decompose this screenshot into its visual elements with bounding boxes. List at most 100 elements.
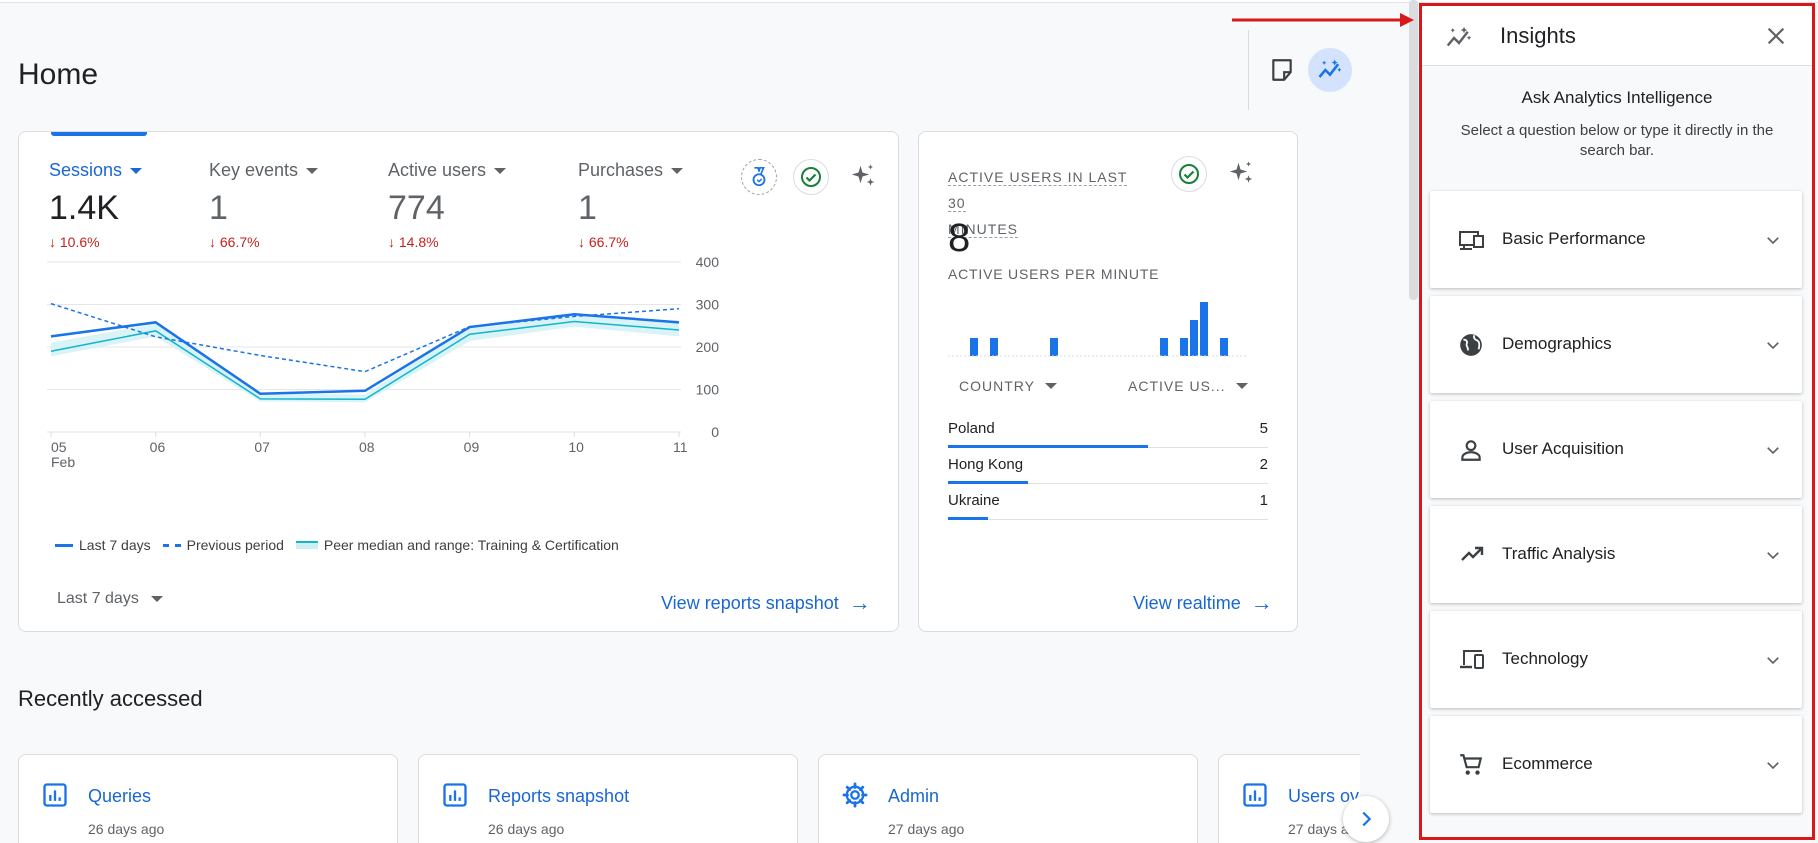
country-row[interactable]: Poland 5 xyxy=(948,412,1268,448)
country-share-bar xyxy=(948,517,988,520)
analytics-home: Home Sessions 1.4K ↓ 10.6% Key events 1 … xyxy=(0,0,1818,843)
realtime-title[interactable]: ACTIVE USERS IN LAST 30 MINUTES xyxy=(948,164,1148,242)
x-sublabel: Feb xyxy=(51,454,75,470)
report-icon xyxy=(1241,781,1269,814)
y-tick-label: 200 xyxy=(696,339,720,355)
country-value: 1 xyxy=(1259,492,1268,509)
recent-label: Queries xyxy=(88,786,152,806)
date-range-dropdown[interactable]: Last 7 days xyxy=(57,590,163,608)
legend-label: Peer median and range: Training & Certif… xyxy=(323,537,619,553)
x-tick-label: 05 xyxy=(51,439,67,455)
close-icon[interactable] xyxy=(1760,20,1792,52)
caret-down-icon xyxy=(1235,383,1248,389)
chevron-down-icon xyxy=(1764,336,1782,359)
check-circle-icon[interactable] xyxy=(1171,156,1207,192)
link-label: View reports snapshot xyxy=(661,592,839,613)
x-tick-label: 07 xyxy=(254,439,270,455)
country-name: Ukraine xyxy=(948,492,1000,509)
category-label: Ecommerce xyxy=(1502,754,1593,773)
legend-item-previous: Previous period xyxy=(162,537,284,553)
person-icon xyxy=(1458,437,1484,468)
insights-icon xyxy=(1444,23,1474,58)
country-row[interactable]: Ukraine 1 xyxy=(948,484,1268,520)
recent-card-reports-snapshot[interactable]: Reports snapshot 26 days ago xyxy=(418,754,798,843)
per-minute-bar xyxy=(1180,338,1188,356)
insights-toggle-icon[interactable] xyxy=(1308,48,1352,92)
per-minute-bar xyxy=(1190,320,1198,356)
country-name: Hong Kong xyxy=(948,456,1024,473)
category-user-acquisition[interactable]: User Acquisition xyxy=(1430,401,1802,498)
category-technology[interactable]: Technology xyxy=(1430,611,1802,708)
recent-card-users-overview[interactable]: Users ov 27 days a xyxy=(1218,754,1360,843)
category-label: Traffic Analysis xyxy=(1502,544,1616,563)
insights-title: Insights xyxy=(1500,23,1576,48)
realtime-card: ACTIVE USERS IN LAST 30 MINUTES 8 ACTIVE … xyxy=(918,131,1298,632)
legend-item-peer: Peer median and range: Training & Certif… xyxy=(295,537,619,553)
per-minute-bar xyxy=(1160,338,1168,356)
recent-time: 27 days a xyxy=(1288,821,1349,837)
summary-card: Sessions 1.4K ↓ 10.6% Key events 1 ↓ 66.… xyxy=(18,131,899,632)
recent-card-admin[interactable]: Admin 27 days ago xyxy=(818,754,1198,843)
per-minute-bar-chart xyxy=(948,302,1248,357)
legend-label: Last 7 days xyxy=(79,537,151,553)
page-scrollbar[interactable] xyxy=(1409,0,1418,300)
recent-label: Reports snapshot xyxy=(488,786,630,806)
devices-icon xyxy=(1458,647,1486,676)
per-minute-bar xyxy=(970,338,978,356)
category-basic-performance[interactable]: Basic Performance xyxy=(1430,191,1802,288)
recent-card-queries[interactable]: Queries 26 days ago xyxy=(18,754,398,843)
category-label: Technology xyxy=(1502,649,1589,668)
active-header-label: ACTIVE US... xyxy=(1128,378,1226,394)
chart-legend: Last 7 days Previous period Peer median … xyxy=(55,537,619,553)
legend-swatch-solid xyxy=(55,543,73,547)
country-row[interactable]: Hong Kong 2 xyxy=(948,448,1268,484)
gear-icon xyxy=(841,781,869,814)
x-tick-label: 10 xyxy=(568,439,584,455)
chevron-down-icon xyxy=(1764,441,1782,464)
y-tick-label: 100 xyxy=(696,382,720,398)
note-icon[interactable] xyxy=(1260,48,1304,92)
view-realtime-link[interactable]: View realtime → xyxy=(1133,590,1273,616)
arrow-right-icon: → xyxy=(848,590,871,615)
chevron-down-icon xyxy=(1764,546,1782,569)
x-tick-label: 08 xyxy=(359,439,375,455)
chevron-down-icon xyxy=(1764,651,1782,674)
sparkle-icon[interactable] xyxy=(1223,156,1259,192)
chevron-right-icon xyxy=(1362,811,1372,827)
recent-label: Admin xyxy=(888,786,940,806)
recent-time: 26 days ago xyxy=(488,821,565,837)
country-header[interactable]: COUNTRY xyxy=(959,378,1057,394)
page-actions xyxy=(1248,30,1398,110)
ask-subtitle: Select a question below or type it direc… xyxy=(1460,122,1774,159)
caret-down-icon xyxy=(1044,383,1057,389)
country-header-label: COUNTRY xyxy=(959,378,1035,394)
per-minute-bar xyxy=(1220,338,1228,356)
report-icon xyxy=(441,781,469,814)
view-reports-snapshot-link[interactable]: View reports snapshot → xyxy=(661,590,871,616)
report-icon xyxy=(41,781,69,814)
y-tick-label: 300 xyxy=(696,297,720,313)
y-tick-label: 400 xyxy=(696,254,720,270)
recent-time: 27 days ago xyxy=(888,821,965,837)
per-minute-label: ACTIVE USERS PER MINUTE xyxy=(948,266,1160,282)
carousel-next-button[interactable] xyxy=(1343,796,1389,842)
link-label: View realtime xyxy=(1133,592,1241,613)
country-value: 2 xyxy=(1259,456,1268,473)
category-traffic-analysis[interactable]: Traffic Analysis xyxy=(1430,506,1802,603)
date-range-label: Last 7 days xyxy=(57,590,139,607)
insights-panel: Insights Ask Analytics Intelligence Sele… xyxy=(1419,3,1815,840)
page-title: Home xyxy=(18,58,99,91)
active-users-header[interactable]: ACTIVE US... xyxy=(1128,378,1248,394)
per-minute-bar xyxy=(990,338,998,356)
legend-swatch-peer xyxy=(295,541,318,549)
ask-title: Ask Analytics Intelligence xyxy=(1521,88,1713,107)
y-tick-label: 0 xyxy=(711,424,719,440)
recent-time: 26 days ago xyxy=(88,821,165,837)
per-minute-bar xyxy=(1050,338,1058,356)
actions-divider xyxy=(1248,30,1249,110)
performance-icon xyxy=(1458,227,1486,256)
per-minute-bar xyxy=(1200,302,1208,356)
sessions-line-chart: 0 100 200 300 400 05 06 07 08 09 10 11 Feb xyxy=(47,254,720,470)
category-demographics[interactable]: Demographics xyxy=(1430,296,1802,393)
category-ecommerce[interactable]: Ecommerce xyxy=(1430,716,1802,813)
